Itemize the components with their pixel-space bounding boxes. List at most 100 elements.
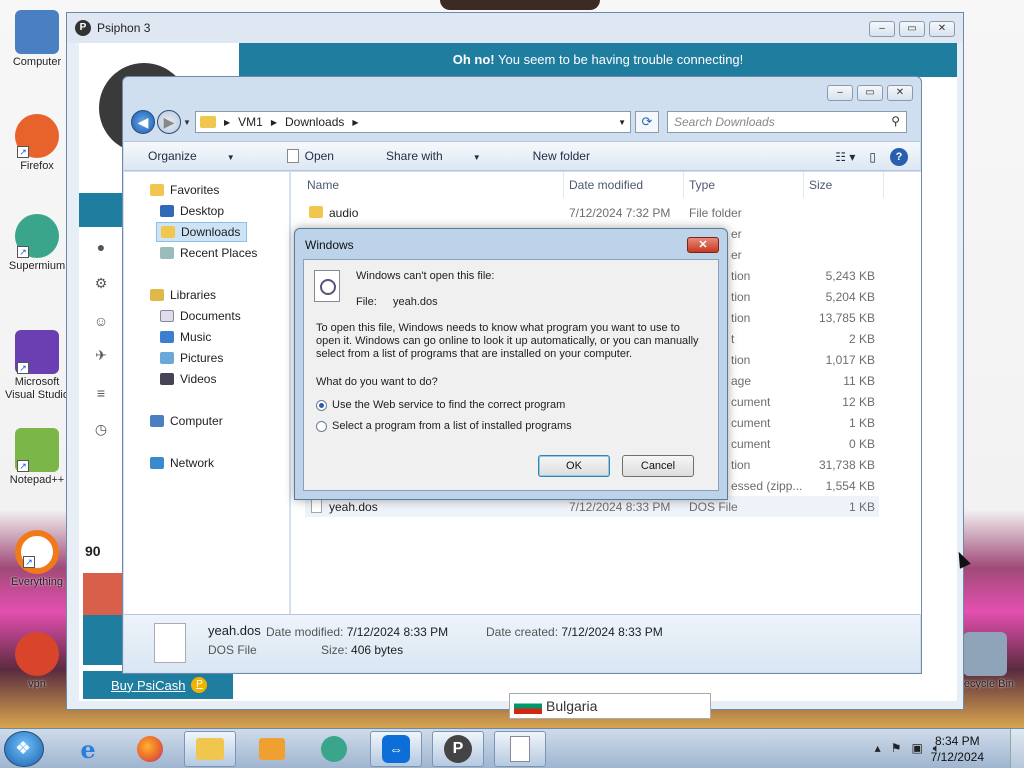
address-dropdown-icon[interactable]: ▼ [618,118,626,127]
nav-favorites[interactable]: Favorites [150,180,219,200]
dialog-body-line-1: To open this file, Windows needs to know… [316,322,680,334]
start-button[interactable] [4,731,44,767]
search-input[interactable]: Search Downloads ⚲ [667,111,907,133]
nav-computer[interactable]: Computer [150,411,223,431]
banner-bold: Oh no! [452,52,495,67]
close-button[interactable]: ✕ [887,85,913,101]
column-header-date-modified[interactable]: Date modified [569,178,643,192]
column-header-type[interactable]: Type [689,178,715,192]
recent-pages-dropdown[interactable]: ▼ [183,118,193,127]
cancel-button[interactable]: Cancel [622,455,694,477]
file-type: File folder [689,206,742,220]
file-type: cument [731,437,771,451]
change-view-icon[interactable]: ☷ ▾ [835,150,855,164]
taskbar-firefox[interactable] [124,731,176,767]
file-row[interactable]: audio 7/12/2024 7:32 PM File folder [305,202,879,223]
radio-select-from-list[interactable]: Select a program from a list of installe… [316,420,572,432]
minimize-button[interactable]: – [869,21,895,37]
taskbar-teamviewer[interactable]: ⇔ [370,731,422,767]
organize-button[interactable]: Organize ▼ [148,149,261,163]
show-hidden-icons-icon[interactable]: ▴ [875,741,881,756]
breadcrumb-vm1[interactable]: VM1 [238,115,263,129]
file-size: 11 KB [843,374,875,388]
column-header-size[interactable]: Size [809,178,832,192]
desktop-icon-visual-studio[interactable]: ↗ Microsoft Visual Studio [2,330,72,402]
gear-icon[interactable]: ⚙ [93,275,109,291]
nav-label: Computer [170,414,223,428]
ok-button[interactable]: OK [538,455,610,477]
address-bar[interactable]: ▶ VM1 ▶ Downloads ▶ ▼ [195,111,631,133]
videos-icon [160,373,174,385]
feedback-icon[interactable]: ☺ [93,313,109,329]
nav-documents[interactable]: Documents [160,306,241,326]
desktop-icon-firefox[interactable]: ↗ Firefox [2,114,72,172]
region-select[interactable]: Bulgaria [509,693,711,719]
nav-music[interactable]: Music [160,327,211,347]
rocket-icon[interactable]: ✈ [93,347,109,363]
file-size: 12 KB [842,395,875,409]
taskbar-internet-explorer[interactable]: e [62,731,114,767]
dialog-close-button[interactable]: ✕ [687,237,719,253]
desktop-icon-supermium[interactable]: ↗ Supermium [2,214,72,272]
refresh-button[interactable]: ⟳ [635,111,659,133]
file-size: 5,243 KB [825,269,875,283]
file-type: tion [731,269,751,283]
nav-recent-places[interactable]: Recent Places [160,243,257,263]
psiphon-title: Psiphon 3 [97,21,151,35]
taskbar-explorer[interactable] [184,731,236,767]
new-folder-button[interactable]: New folder [533,149,590,163]
nav-label: Pictures [180,351,224,365]
open-button[interactable]: Open [286,149,360,164]
open-with-dialog[interactable]: Windows ✕ Windows can't open this file: … [294,228,728,500]
taskbar-media-player[interactable] [246,731,298,767]
psiphon-titlebar[interactable]: P Psiphon 3 [67,13,963,43]
desktop-icon-notepad[interactable]: ↗ Notepad++ [2,428,72,486]
help-icon[interactable]: ? [890,148,908,166]
nav-label: Documents [180,309,241,323]
language-icon[interactable]: ◷ [93,421,109,437]
minimize-button[interactable]: – [827,85,853,101]
document-icon [510,736,530,762]
recycle-bin-icon [963,632,1007,676]
forward-button[interactable]: ▶ [157,110,181,134]
network-icon[interactable]: ▣ [911,741,922,756]
maximize-button[interactable]: ▭ [899,21,925,37]
breadcrumb-downloads[interactable]: Downloads [285,115,344,129]
everything-icon: ↗ [15,530,59,574]
radio-use-web-service[interactable]: Use the Web service to find the correct … [316,399,565,411]
desktop-icon-vpn[interactable]: vpn [2,632,72,690]
desktop-icon-label: Supermium [8,260,66,272]
taskbar-supermium[interactable] [308,731,360,767]
desktop-icon-everything[interactable]: ↗ Everything [2,530,72,588]
radio-button-selected[interactable] [316,399,327,411]
list-icon[interactable]: ≡ [93,385,109,401]
nav-network[interactable]: Network [150,453,214,473]
radio-button[interactable] [316,420,327,432]
nav-videos[interactable]: Videos [160,369,216,389]
action-center-flag-icon[interactable]: ⚑ [891,741,902,756]
back-button[interactable]: ◀ [131,110,155,134]
nav-pictures[interactable]: Pictures [160,348,223,368]
nav-desktop[interactable]: Desktop [160,201,224,221]
nav-libraries[interactable]: Libraries [150,285,216,305]
desktop-icon-computer[interactable]: Computer [2,10,72,68]
file-date: 7/12/2024 8:33 PM [569,500,671,514]
show-desktop-button[interactable] [1010,729,1024,768]
preview-pane-icon[interactable]: ▯ [869,150,876,164]
nav-label: Music [180,330,212,344]
taskbar-psiphon[interactable]: P [432,731,484,767]
dialog-body-line-2: open it. Windows can go online to look i… [316,335,699,347]
psicash-icon[interactable]: ● [93,239,109,255]
nav-downloads[interactable]: Downloads [156,222,248,242]
maximize-button[interactable]: ▭ [857,85,883,101]
taskbar-clock[interactable]: 8:34 PM 7/12/2024 [931,733,984,765]
file-type: essed (zipp... [731,479,803,493]
column-header-name[interactable]: Name [307,178,339,192]
dos-file-icon [154,623,186,663]
close-button[interactable]: ✕ [929,21,955,37]
search-icon[interactable]: ⚲ [891,114,900,128]
explorer-window-buttons: – ▭ ✕ [827,85,913,101]
share-with-button[interactable]: Share with ▼ [386,149,507,163]
taskbar-notepad[interactable] [494,731,546,767]
buy-psicash-button[interactable]: Buy PsiCash P [83,671,233,699]
